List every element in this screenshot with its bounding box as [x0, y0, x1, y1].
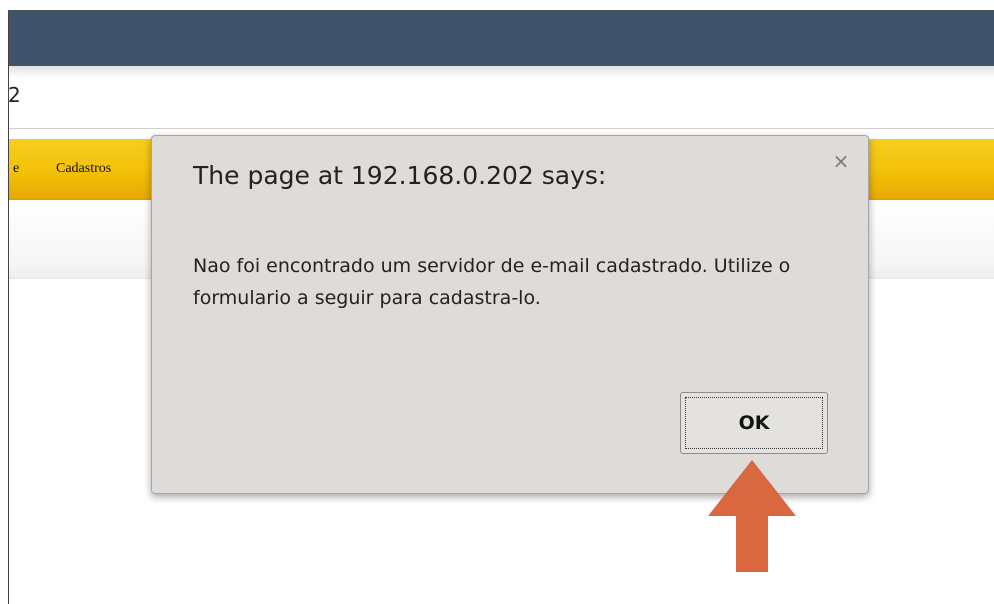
- close-icon[interactable]: ×: [830, 150, 852, 172]
- dialog-title: The page at 192.168.0.202 says:: [193, 161, 607, 190]
- address-fragment: 2: [8, 83, 21, 107]
- ok-button[interactable]: OK: [680, 392, 828, 454]
- nav-item-cadastros[interactable]: Cadastros: [56, 161, 111, 177]
- browser-header-bar: [9, 11, 994, 66]
- ok-button-label: OK: [738, 412, 770, 434]
- divider: [9, 128, 994, 129]
- header-shadow: [9, 66, 994, 78]
- dialog-message: Nao foi encontrado um servidor de e-mail…: [193, 255, 791, 309]
- up-arrow-icon: [708, 460, 796, 572]
- nav-item-partial[interactable]: e: [13, 161, 19, 177]
- alert-dialog: The page at 192.168.0.202 says: × Nao fo…: [151, 135, 869, 494]
- up-arrow-shape: [708, 460, 796, 572]
